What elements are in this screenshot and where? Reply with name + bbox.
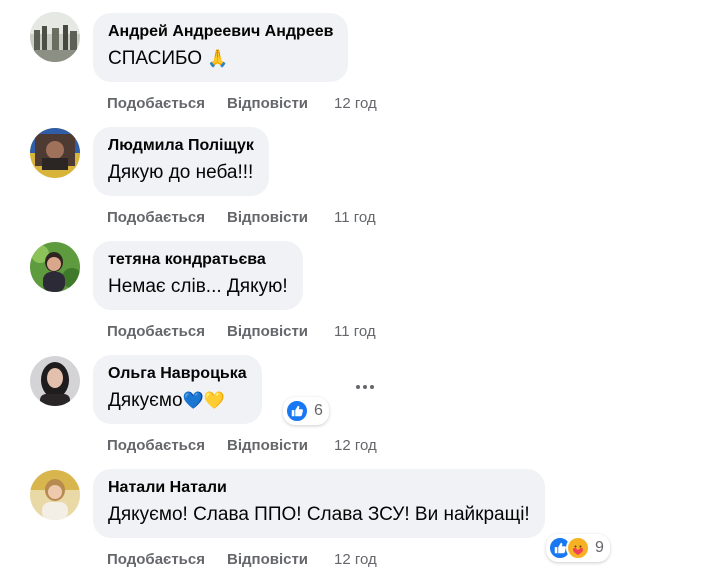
- comment-author[interactable]: тетяна кондратьєва: [108, 250, 288, 270]
- comment-bubble: Натали Натали Дякуємо! Слава ППО! Слава …: [93, 469, 545, 538]
- timestamp[interactable]: 12 год: [334, 437, 377, 455]
- like-button[interactable]: Подобається: [107, 95, 205, 113]
- comment-author[interactable]: Людмила Поліщук: [108, 136, 254, 156]
- avatar[interactable]: [30, 128, 80, 178]
- timestamp[interactable]: 12 год: [334, 95, 377, 113]
- comment-author[interactable]: Андрей Андреевич Андреев: [108, 22, 333, 42]
- comment-bubble: Ольга Навроцька Дякуємо💙💛: [93, 355, 262, 424]
- comment-text: СПАСИБО 🙏: [108, 48, 229, 69]
- comment-actions: Подобається Відповісти 11 год: [107, 323, 376, 341]
- comment-text: Немає слів... Дякую!: [108, 276, 288, 297]
- reaction-summary[interactable]: 6: [283, 397, 329, 425]
- reaction-count: 9: [595, 539, 604, 556]
- hearts-emoji: 💙💛: [182, 391, 225, 410]
- like-button[interactable]: Подобається: [107, 551, 205, 569]
- avatar[interactable]: [30, 242, 80, 292]
- comment-actions: Подобається Відповісти 12 год: [107, 95, 377, 113]
- comment-actions: Подобається Відповісти 12 год: [107, 437, 377, 455]
- reaction-count: 6: [314, 402, 323, 419]
- comment-text: Дякую до неба!!!: [108, 162, 254, 183]
- reply-button[interactable]: Відповісти: [227, 209, 308, 227]
- like-button[interactable]: Подобається: [107, 323, 205, 341]
- comment-actions: Подобається Відповісти 11 год: [107, 209, 376, 227]
- reply-button[interactable]: Відповісти: [227, 437, 308, 455]
- reply-button[interactable]: Відповісти: [227, 551, 308, 569]
- more-options-icon[interactable]: [350, 379, 380, 395]
- comment-bubble: тетяна кондратьєва Немає слів... Дякую!: [93, 241, 303, 310]
- comment-author[interactable]: Ольга Навроцька: [108, 364, 247, 384]
- like-icon: [285, 399, 309, 423]
- avatar[interactable]: [30, 12, 80, 62]
- folded-hands-emoji: 🙏: [207, 49, 229, 68]
- comment-bubble: Андрей Андреевич Андреев СПАСИБО 🙏: [93, 13, 349, 82]
- avatar[interactable]: [30, 470, 80, 520]
- like-button[interactable]: Подобається: [107, 209, 205, 227]
- timestamp[interactable]: 11 год: [334, 209, 376, 227]
- timestamp[interactable]: 12 год: [334, 551, 377, 569]
- comment-author[interactable]: Натали Натали: [108, 478, 530, 498]
- comment-text: Дякуємо💙💛: [108, 390, 225, 411]
- reply-button[interactable]: Відповісти: [227, 95, 308, 113]
- like-button[interactable]: Подобається: [107, 437, 205, 455]
- reaction-summary[interactable]: 9: [546, 534, 610, 562]
- reply-button[interactable]: Відповісти: [227, 323, 308, 341]
- avatar[interactable]: [30, 356, 80, 406]
- comment-bubble: Людмила Поліщук Дякую до неба!!!: [93, 127, 269, 196]
- care-icon: [566, 536, 590, 560]
- comment-text: Дякуємо! Слава ППО! Слава ЗСУ! Ви найкра…: [108, 504, 530, 525]
- comment-actions: Подобається Відповісти 12 год: [107, 551, 377, 569]
- timestamp[interactable]: 11 год: [334, 323, 376, 341]
